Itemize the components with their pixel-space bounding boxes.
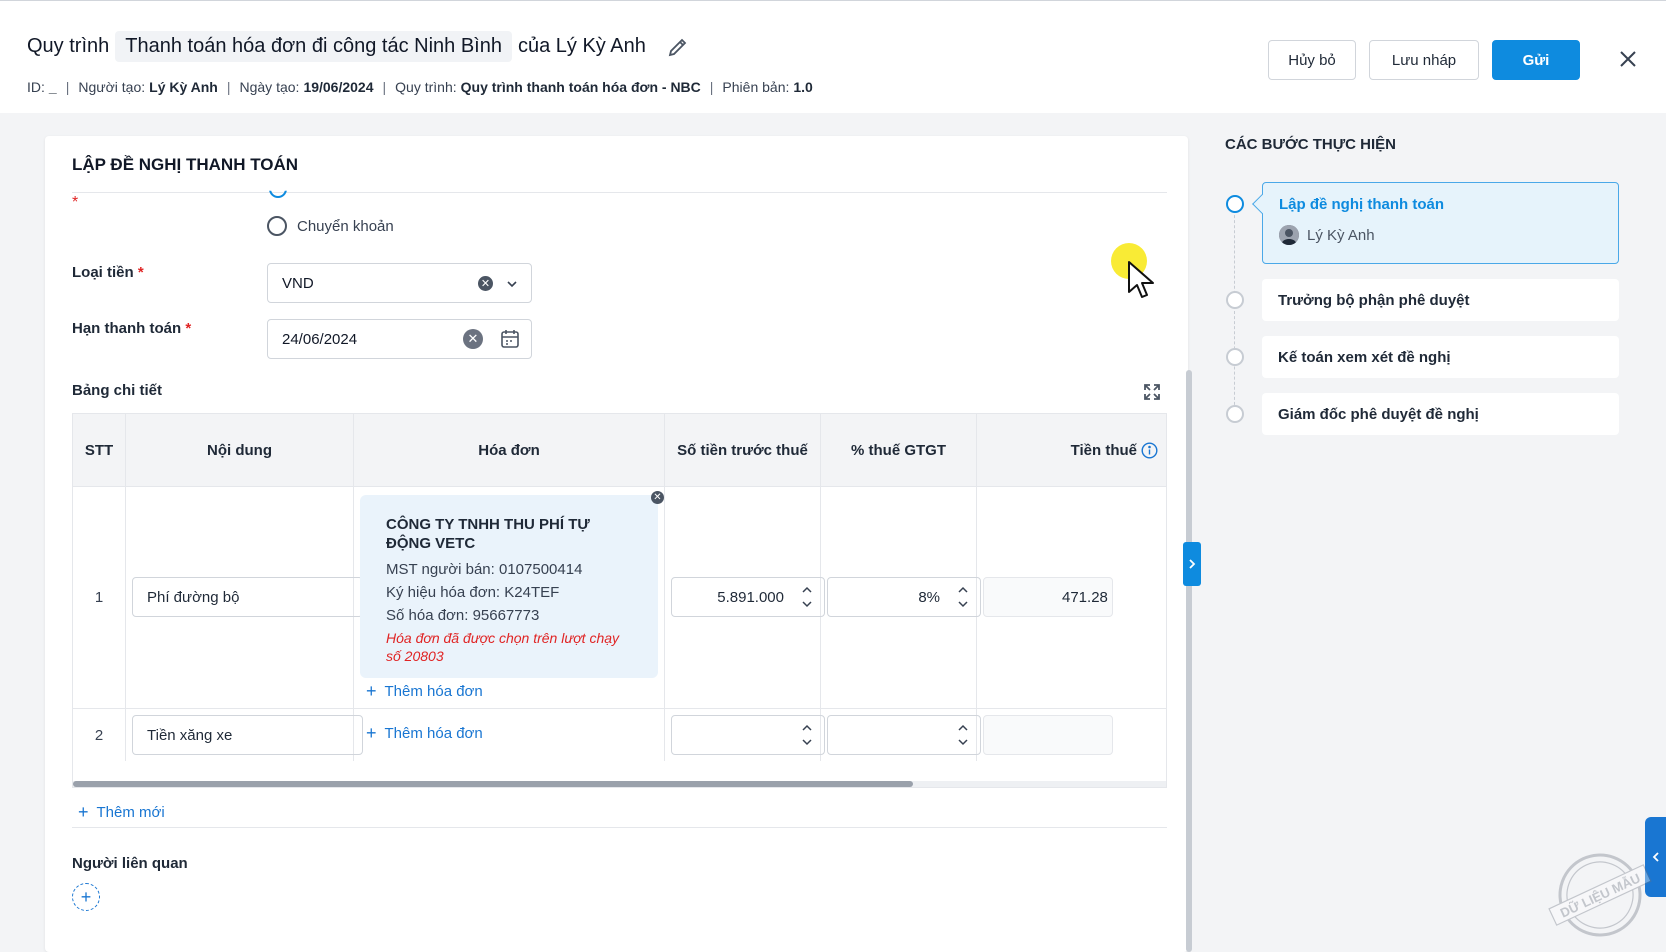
vat-input[interactable]: 8% (827, 577, 981, 617)
step-item-3[interactable]: Kế toán xem xét đề nghị (1262, 336, 1619, 378)
tax-amount: 471.28 (983, 577, 1113, 617)
col-invoice: Hóa đơn (354, 414, 665, 487)
steps-timeline (1234, 205, 1235, 415)
table-row: 2 Tiền xăng xe + Thêm hóa đơn (73, 709, 1166, 761)
radio-transfer[interactable]: Chuyển khoản (267, 216, 394, 236)
chevron-right-icon (1189, 559, 1196, 569)
invoice-card: CÔNG TY TNHH THU PHÍ TỰ ĐỘNG VETC MST ng… (360, 495, 658, 678)
currency-select[interactable]: VND ✕ (267, 263, 532, 303)
row-stt: 2 (73, 709, 126, 761)
stepper-icon[interactable] (956, 583, 970, 611)
calendar-icon[interactable] (499, 328, 521, 350)
related-people-label: Người liên quan (72, 855, 188, 872)
chevron-left-icon (1652, 852, 1659, 862)
steps-title: CÁC BƯỚC THỰC HIỆN (1225, 136, 1397, 153)
svg-text:DỮ LIỆU MẪU: DỮ LIỆU MẪU (1558, 870, 1643, 920)
plus-icon: + (366, 681, 377, 701)
invoice-warning: Hóa đơn đã được chọn trên lượt chạy số 2… (386, 630, 620, 664)
process-meta: ID: _ | Người tạo: Lý Kỳ Anh | Ngày tạo: 19… (27, 79, 813, 95)
expand-icon[interactable] (1142, 382, 1162, 402)
amount-input[interactable] (671, 715, 825, 755)
title-suffix: của Lý Kỳ Anh (517, 35, 646, 57)
step-item-2[interactable]: Trưởng bộ phận phê duyệt (1262, 279, 1619, 321)
radio-cash-partial[interactable] (269, 190, 287, 198)
form-scrollbar[interactable] (1186, 370, 1192, 952)
detail-table: STT Nội dung Hóa đơn Số tiền trước thuế … (72, 413, 1167, 788)
plus-icon: + (78, 802, 89, 822)
currency-label: Loại tiền * (72, 264, 144, 281)
clear-date-icon[interactable]: ✕ (463, 329, 483, 349)
tax-amount (983, 715, 1113, 755)
step-dot (1226, 348, 1244, 366)
col-tax: Tiền thuế (977, 414, 1166, 487)
radio-circle[interactable] (267, 216, 287, 236)
process-value: Quy trình thanh toán hóa đơn - NBC (460, 79, 701, 95)
step-dot (1226, 405, 1244, 423)
invoice-number: Số hóa đơn: 95667773 (386, 607, 540, 624)
chevron-down-icon[interactable] (505, 277, 519, 291)
stepper-icon[interactable] (800, 721, 814, 749)
step-item-4[interactable]: Giám đốc phê duyệt đề nghị (1262, 393, 1619, 435)
panel-toggle-button[interactable] (1183, 542, 1201, 586)
page-header: Quy trình Thanh toán hóa đơn đi công tác… (0, 0, 1666, 113)
clear-icon[interactable]: ✕ (478, 276, 493, 291)
mouse-cursor-icon (1128, 261, 1154, 298)
col-stt: STT (73, 414, 126, 487)
step-assignee: Lý Kỳ Anh (1279, 225, 1618, 245)
form-title: LẬP ĐỀ NGHỊ THANH TOÁN (72, 155, 299, 174)
remove-invoice-icon[interactable]: ✕ (651, 491, 664, 504)
creator-value: Lý Kỳ Anh (149, 79, 218, 95)
id-value: _ (48, 79, 57, 95)
step-dot (1226, 195, 1244, 213)
process-name[interactable]: Thanh toán hóa đơn đi công tác Ninh Bình (115, 31, 512, 62)
table-header: STT Nội dung Hóa đơn Số tiền trước thuế … (73, 414, 1166, 487)
required-mark: * (72, 194, 79, 211)
created-date: 19/06/2024 (303, 79, 374, 95)
content-input[interactable]: Phí đường bộ (132, 577, 363, 617)
title-prefix: Quy trình (27, 35, 110, 57)
save-draft-button[interactable]: Lưu nháp (1369, 40, 1479, 80)
invoice-tax-code: MST người bán: 0107500414 (386, 561, 583, 578)
row-stt: 1 (73, 487, 126, 708)
col-amount: Số tiền trước thuế (665, 414, 821, 487)
version-value: 1.0 (793, 79, 813, 95)
add-invoice-link[interactable]: + Thêm hóa đơn (366, 681, 483, 702)
due-date-input[interactable]: 24/06/2024 ✕ (267, 319, 532, 359)
pencil-icon[interactable] (666, 35, 690, 59)
plus-icon: + (366, 723, 377, 743)
vat-input[interactable] (827, 715, 981, 755)
section-divider (72, 827, 1167, 828)
process-title: Quy trình Thanh toán hóa đơn đi công tác… (27, 31, 690, 62)
col-vat: % thuế GTGT (821, 414, 977, 487)
send-button[interactable]: Gửi (1492, 40, 1580, 80)
cancel-button[interactable]: Hủy bỏ (1268, 40, 1356, 80)
add-row-link[interactable]: + Thêm mới (78, 802, 165, 823)
add-invoice-link[interactable]: + Thêm hóa đơn (366, 723, 483, 744)
info-icon[interactable] (1141, 442, 1158, 459)
scrollbar-thumb[interactable] (73, 781, 913, 787)
avatar (1279, 225, 1299, 245)
stepper-icon[interactable] (800, 583, 814, 611)
table-horizontal-scrollbar[interactable] (73, 781, 1166, 787)
title-divider (72, 192, 1167, 193)
content-input[interactable]: Tiền xăng xe (132, 715, 363, 755)
add-person-button[interactable]: + (72, 883, 100, 911)
invoice-company: CÔNG TY TNHH THU PHÍ TỰ ĐỘNG VETC (386, 516, 590, 552)
step-item-1[interactable]: Lập đề nghị thanh toán Lý Kỳ Anh (1252, 182, 1619, 264)
sample-data-watermark: DỮ LIỆU MẪU (1548, 853, 1652, 937)
detail-table-label: Bảng chi tiết (72, 382, 163, 399)
close-icon[interactable] (1617, 48, 1639, 70)
table-row: 1 Phí đường bộ CÔNG TY TNHH THU PHÍ TỰ Đ… (73, 487, 1166, 709)
invoice-symbol: Ký hiệu hóa đơn: K24TEF (386, 584, 560, 601)
step-dot (1226, 291, 1244, 309)
col-content: Nội dung (126, 414, 354, 487)
amount-input[interactable]: 5.891.000 (671, 577, 825, 617)
stepper-icon[interactable] (956, 721, 970, 749)
form-card: LẬP ĐỀ NGHỊ THANH TOÁN * Chuyển khoản Lo… (45, 136, 1188, 952)
due-date-label: Hạn thanh toán * (72, 320, 192, 337)
